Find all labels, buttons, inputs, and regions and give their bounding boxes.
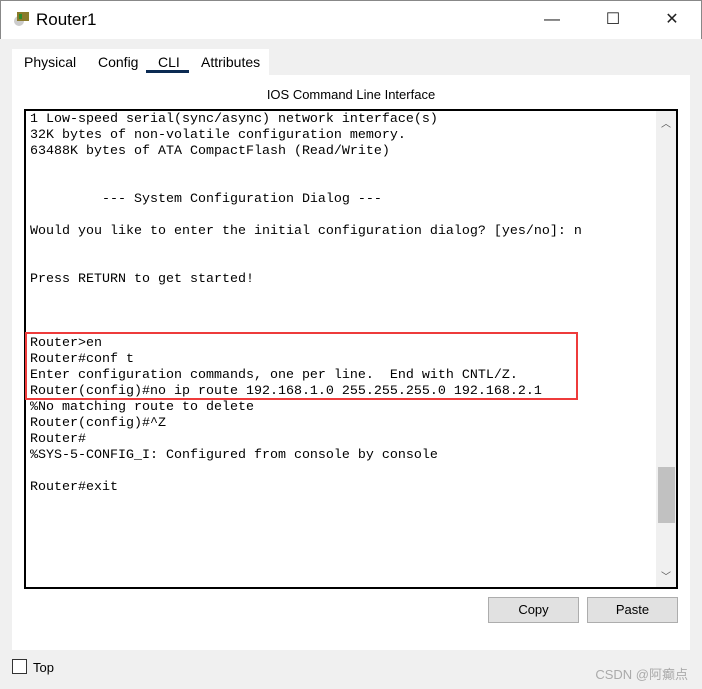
top-label: Top bbox=[33, 660, 54, 675]
terminal-line: Router# bbox=[30, 432, 86, 447]
terminal-line: 1 Low-speed serial(sync/async) network i… bbox=[30, 112, 438, 127]
terminal-line: 32K bytes of non-volatile configuration … bbox=[30, 128, 406, 143]
router-app-icon bbox=[14, 12, 29, 26]
title-bar: Router1 — ☐ ✕ bbox=[0, 0, 702, 39]
tab-cli[interactable]: CLI bbox=[158, 54, 180, 70]
terminal-line: --- System Configuration Dialog --- bbox=[30, 192, 382, 207]
copy-button[interactable]: Copy bbox=[488, 597, 579, 623]
cli-heading: IOS Command Line Interface bbox=[266, 87, 436, 102]
watermark: CSDN @阿癫点 bbox=[595, 667, 688, 682]
tab-bar: Physical Config CLI Attributes bbox=[12, 49, 269, 75]
terminal-line: %No matching route to delete bbox=[30, 400, 254, 415]
minimize-button[interactable]: — bbox=[529, 5, 575, 35]
active-tab-indicator bbox=[146, 70, 189, 73]
scroll-up-icon[interactable]: ︿ bbox=[656, 115, 676, 130]
terminal-line: Would you like to enter the initial conf… bbox=[30, 224, 582, 239]
tab-config[interactable]: Config bbox=[98, 54, 138, 70]
paste-button[interactable]: Paste bbox=[587, 597, 678, 623]
highlight-box bbox=[25, 332, 578, 400]
terminal-line: Router(config)#^Z bbox=[30, 416, 166, 431]
terminal-line: Router#exit bbox=[30, 480, 118, 495]
terminal-lines: 1 Low-speed serial(sync/async) network i… bbox=[30, 112, 582, 496]
scrollbar-thumb[interactable] bbox=[658, 467, 675, 523]
terminal-line: Press RETURN to get started! bbox=[30, 272, 254, 287]
terminal-line: %SYS-5-CONFIG_I: Configured from console… bbox=[30, 448, 438, 463]
vertical-scrollbar[interactable]: ︿ ﹀ bbox=[656, 111, 676, 587]
window-title: Router1 bbox=[36, 10, 97, 29]
scroll-down-icon[interactable]: ﹀ bbox=[656, 568, 676, 583]
terminal-line: 63488K bytes of ATA CompactFlash (Read/W… bbox=[30, 144, 390, 159]
tab-attributes[interactable]: Attributes bbox=[201, 54, 260, 70]
tab-physical[interactable]: Physical bbox=[24, 54, 76, 70]
maximize-button[interactable]: ☐ bbox=[590, 5, 636, 35]
close-button[interactable]: ✕ bbox=[649, 5, 695, 35]
top-checkbox[interactable] bbox=[12, 659, 27, 674]
